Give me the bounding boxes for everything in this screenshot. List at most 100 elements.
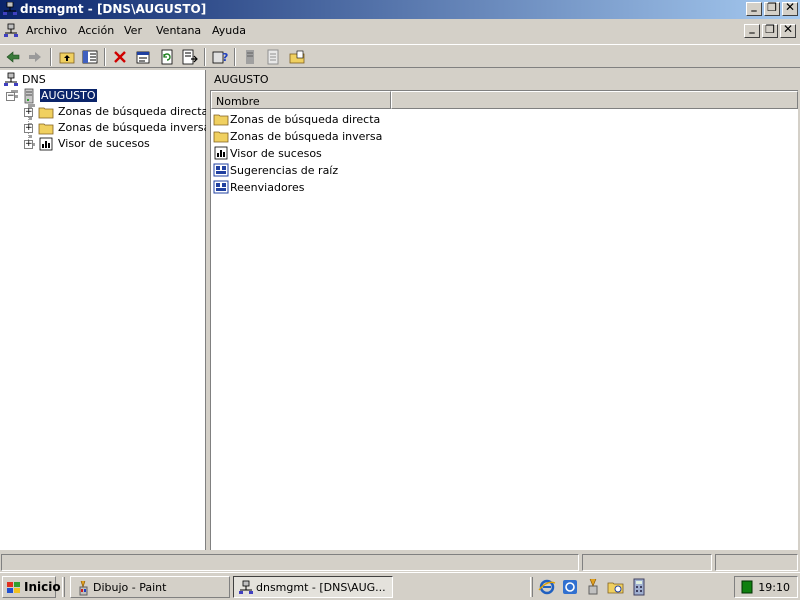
properties-button[interactable] [133, 47, 153, 67]
status-panel-2 [582, 554, 712, 571]
expand-toggle[interactable]: + [24, 107, 33, 117]
close-button[interactable]: ✕ [782, 0, 798, 16]
show-hide-tree-button[interactable] [80, 47, 100, 67]
list-item-label: Zonas de búsqueda directa [230, 113, 381, 126]
new-zone-icon [289, 50, 305, 64]
column-header-nombre[interactable]: Nombre [211, 91, 391, 109]
minimize-button[interactable]: _ [746, 0, 762, 16]
paint-quicklaunch-icon[interactable] [584, 578, 602, 596]
forwarders-icon [213, 180, 229, 194]
forward-button[interactable] [25, 47, 45, 67]
result-list: Nombre Zonas de búsqueda directa Zonas d… [210, 90, 798, 550]
quicklaunch-grip [530, 577, 533, 597]
list-item-event-viewer[interactable]: Visor de sucesos [213, 145, 413, 162]
console-menu-icon[interactable] [3, 23, 19, 39]
column-header-label: Nombre [216, 95, 260, 108]
restore-button[interactable]: ❐ [764, 1, 780, 16]
expand-toggle[interactable]: + [24, 139, 33, 149]
child-minimize-button[interactable]: _ [744, 21, 760, 38]
tree-node-forward-zones[interactable]: + Zonas de búsqueda directa [24, 104, 208, 120]
refresh-button[interactable] [157, 47, 177, 67]
server-button[interactable] [240, 47, 260, 67]
help-button[interactable]: ? [210, 47, 230, 67]
status-bar [0, 552, 800, 572]
taskbar: Inicio Dibujo - Paint dnsmgmt - [DNS\AUG… [0, 572, 800, 600]
tree-label-forward-zones: Zonas de búsqueda directa [58, 105, 209, 118]
start-button[interactable]: Inicio [2, 576, 61, 598]
folder-icon [213, 114, 229, 126]
minimize-icon: _ [749, 21, 755, 34]
expand-toggle[interactable]: + [24, 123, 33, 133]
console-tree: DNS − AUGUSTO + Zonas de búsqueda direct… [0, 70, 210, 550]
export-list-button[interactable] [180, 47, 200, 67]
event-viewer-icon [39, 137, 53, 151]
show-tree-icon [82, 50, 98, 64]
plus-icon: + [25, 107, 33, 117]
window-title: dnsmgmt - [DNS\AUGUSTO] [20, 2, 207, 16]
export-list-icon [182, 49, 198, 65]
result-pane-title: AUGUSTO [214, 73, 269, 86]
calculator-icon[interactable] [630, 578, 648, 596]
column-header-empty[interactable] [391, 91, 798, 109]
list-item-label: Visor de sucesos [230, 147, 322, 160]
toolbar-separator [234, 48, 236, 66]
result-pane-header: AUGUSTO [210, 70, 800, 90]
title-bar: dnsmgmt - [DNS\AUGUSTO] _ ❐ ✕ [0, 0, 800, 19]
plus-icon: + [25, 139, 33, 149]
list-item-root-hints[interactable]: Sugerencias de raíz [213, 162, 413, 179]
task-paint[interactable]: Dibujo - Paint [70, 576, 230, 598]
taskbar-grip [62, 577, 65, 597]
system-tray: 19:10 [734, 576, 798, 598]
tree-node-augusto[interactable]: − AUGUSTO [2, 88, 102, 104]
server-icon [24, 88, 34, 104]
outlook-express-icon[interactable] [561, 578, 579, 596]
start-label: Inicio [24, 580, 61, 594]
collapse-toggle[interactable]: − [6, 91, 15, 101]
tree-node-reverse-zones[interactable]: + Zonas de búsqueda inversa [24, 120, 210, 136]
server-icon [246, 50, 254, 64]
task-dnsmgmt[interactable]: dnsmgmt - [DNS\AUG... [233, 576, 393, 598]
task-label: dnsmgmt - [DNS\AUG... [256, 581, 386, 594]
close-icon: ✕ [784, 0, 796, 14]
restore-icon: ❐ [767, 1, 777, 14]
toolbar-separator [204, 48, 206, 66]
svg-text:?: ? [222, 51, 228, 64]
tree-node-event-viewer[interactable]: + Visor de sucesos [24, 136, 204, 152]
new-zone-button[interactable] [287, 47, 307, 67]
list-item-forward-zones[interactable]: Zonas de búsqueda directa [213, 111, 413, 128]
child-close-button[interactable]: ✕ [780, 22, 796, 38]
server-status-icon[interactable] [741, 580, 753, 594]
menu-ayuda[interactable]: Ayuda [212, 24, 246, 37]
menu-ventana[interactable]: Ventana [156, 24, 201, 37]
folder-icon [38, 107, 54, 119]
clock[interactable]: 19:10 [758, 581, 790, 594]
internet-explorer-icon[interactable] [538, 578, 556, 596]
up-folder-icon [59, 52, 75, 64]
help-icon: ? [212, 51, 228, 64]
restore-icon: ❐ [765, 23, 775, 36]
task-label: Dibujo - Paint [93, 581, 167, 594]
menu-bar: Archivo Acción Ver Ventana Ayuda _ ❐ ✕ [0, 21, 800, 42]
up-one-level-button[interactable] [57, 47, 77, 67]
delete-button[interactable] [110, 47, 130, 67]
menu-archivo[interactable]: Archivo [26, 24, 67, 37]
tree-node-dns[interactable]: DNS [2, 72, 62, 88]
notepad-button[interactable] [263, 47, 283, 67]
delete-icon [114, 51, 126, 63]
menu-ver[interactable]: Ver [124, 24, 142, 37]
list-item-forwarders[interactable]: Reenviadores [213, 179, 413, 196]
explorer-folder-icon[interactable] [607, 578, 625, 596]
toolbar: ? [0, 44, 800, 68]
back-icon [6, 51, 20, 63]
tree-label-dns: DNS [22, 73, 46, 86]
menu-accion[interactable]: Acción [78, 24, 114, 37]
child-restore-button[interactable]: ❐ [762, 23, 778, 38]
list-item-reverse-zones[interactable]: Zonas de búsqueda inversa [213, 128, 413, 145]
toolbar-separator [104, 48, 106, 66]
status-panel-main [1, 554, 579, 571]
status-panel-3 [715, 554, 798, 571]
close-icon: ✕ [782, 22, 794, 36]
back-button[interactable] [3, 47, 23, 67]
tree-label-event-viewer: Visor de sucesos [58, 137, 150, 150]
dns-root-icon [4, 72, 18, 86]
